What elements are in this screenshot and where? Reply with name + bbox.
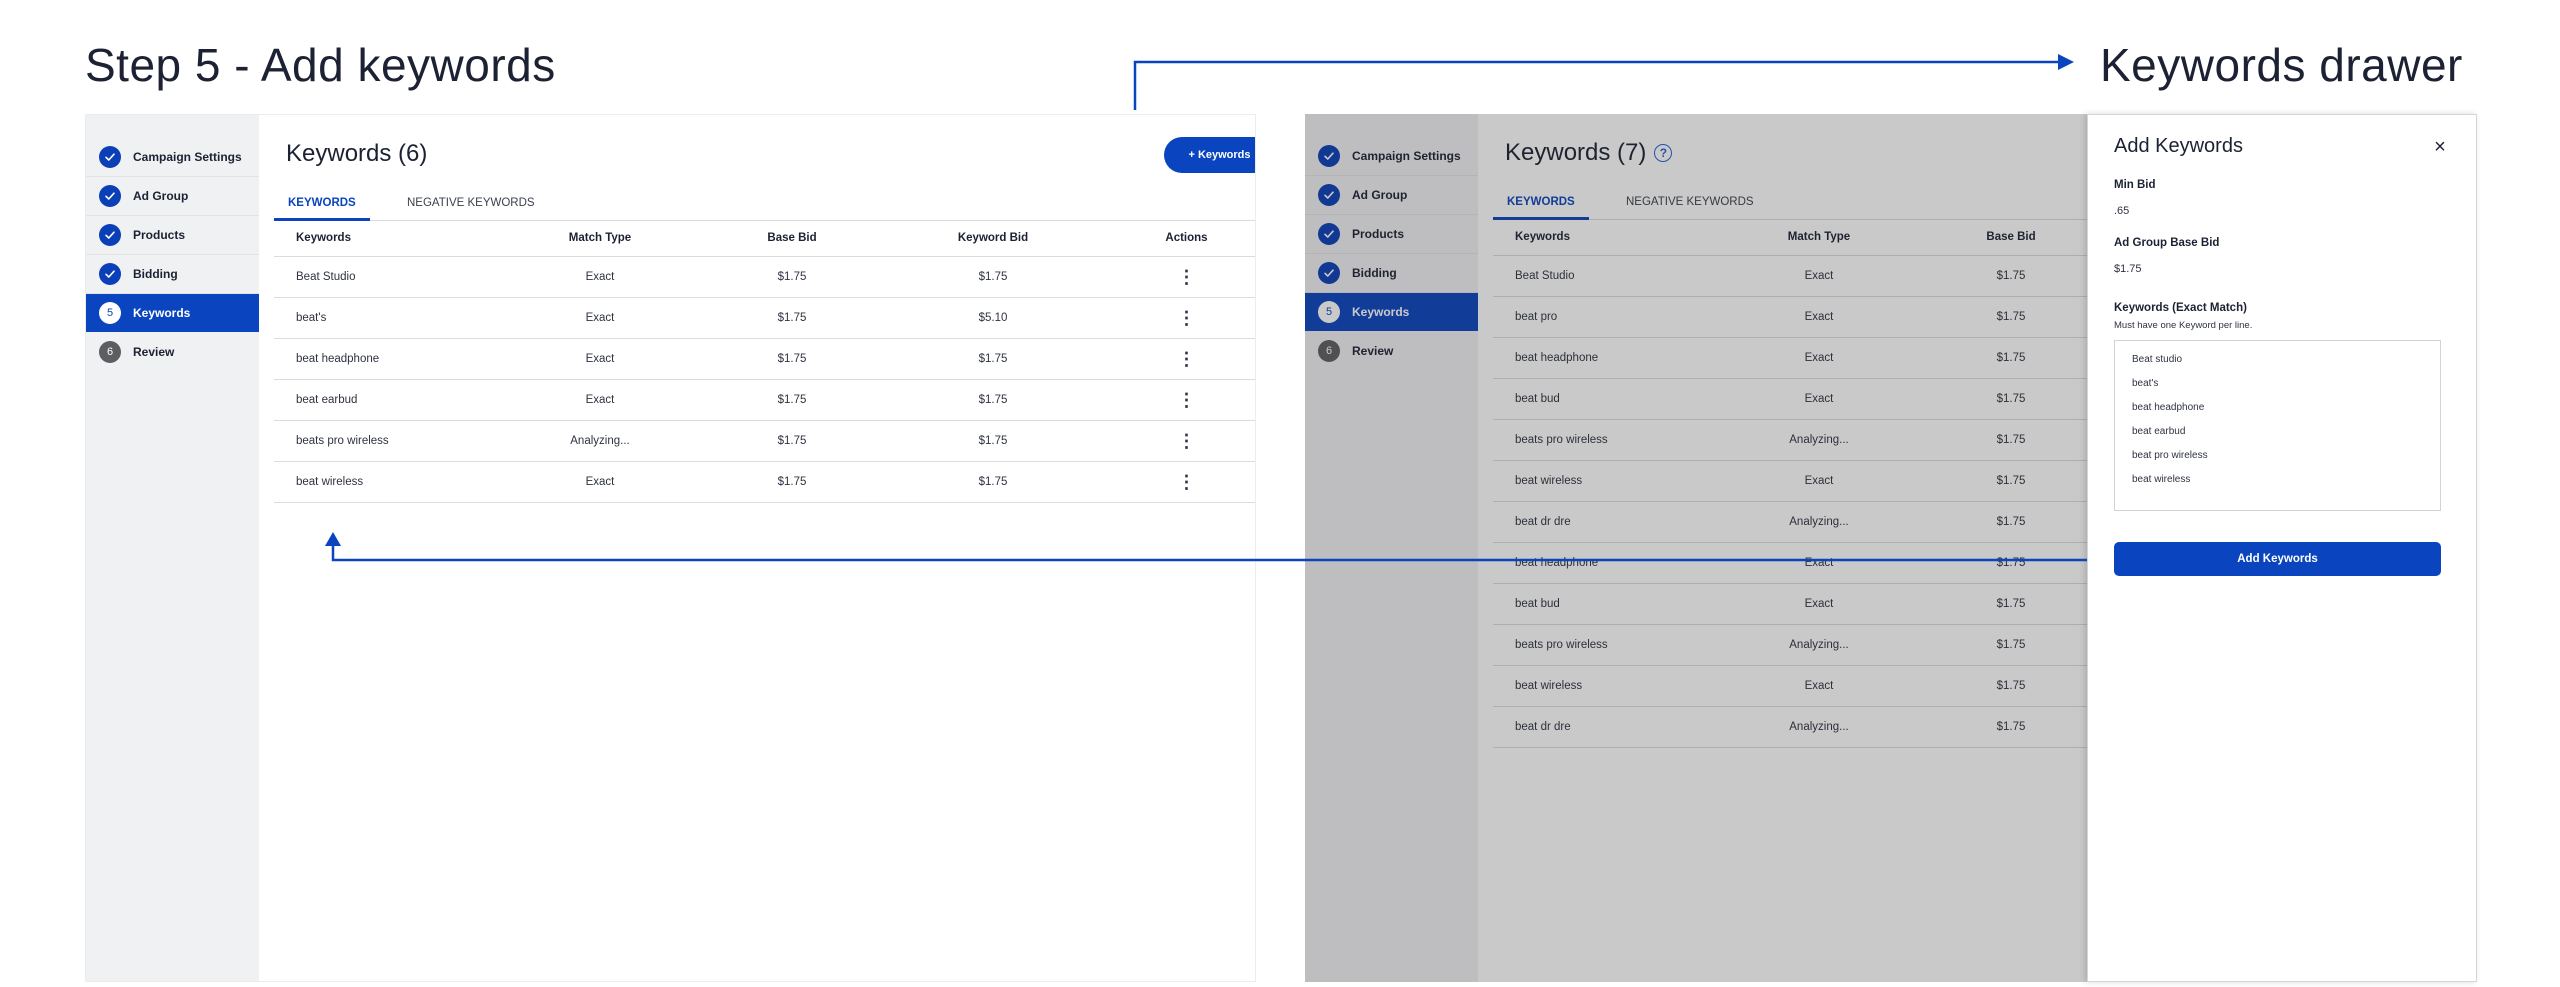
keyword-line: Beat studio [2132,354,2183,365]
step-label: Bidding [133,266,178,281]
keyword-bid-cell: $1.75 [888,338,1098,380]
table-row: beat's Exact $1.75 $5.10 ⋮ [274,297,1255,339]
check-icon [99,145,121,168]
table-header-row: Keywords Match Type Base Bid Keyword Bid… [274,221,1255,257]
keyword-cell: beat earbud [274,379,504,421]
drawer-title: Add Keywords [2114,135,2243,157]
table-row: Beat Studio Exact $1.75 $1.75 ⋮ [274,256,1255,298]
kebab-menu-icon[interactable]: ⋮ [1178,308,1196,328]
step-label: Ad Group [133,188,189,203]
actions-cell: ⋮ [1098,420,1255,462]
table-row: beat earbud Exact $1.75 $1.75 ⋮ [274,379,1255,421]
keyword-bid-cell: $1.75 [888,379,1098,421]
base-bid-cell: $1.75 [696,461,888,503]
match-type-cell: Exact [504,461,696,503]
keyword-line: beat headphone [2132,402,2205,413]
keywords-title: Keywords (6) [286,140,427,168]
step-label: Review [133,344,175,359]
step-review[interactable]: 6 Review [86,332,259,371]
table-row: beats pro wireless Analyzing... $1.75 $1.75… [274,420,1255,462]
base-bid-cell: $1.75 [696,420,888,462]
table-row: beat headphone Exact $1.75 $1.75 ⋮ [274,338,1255,380]
match-type-cell: Exact [504,297,696,339]
kebab-menu-icon[interactable]: ⋮ [1178,431,1196,451]
base-bid-label: Ad Group Base Bid [2114,237,2220,249]
column-header-keyword-bid: Keyword Bid [888,221,1098,257]
step-label: Products [133,227,186,242]
keywords-title-text: Keywords (6) [286,140,428,167]
kebab-menu-icon[interactable]: ⋮ [1178,390,1196,410]
keyword-line: beat earbud [2132,426,2186,437]
step-campaign-settings[interactable]: Campaign Settings [86,137,259,176]
keywords-textarea[interactable]: Beat studio beat's beat headphone beat earb… [2114,340,2441,511]
match-type-cell: Analyzing... [504,420,696,462]
step-heading: Step 5 - Add keywords [85,39,556,91]
actions-cell: ⋮ [1098,461,1255,503]
kebab-menu-icon[interactable]: ⋮ [1178,349,1196,369]
keyword-bid-cell: $5.10 [888,297,1098,339]
match-type-cell: Exact [504,338,696,380]
tab-keywords[interactable]: KEYWORDS [274,197,370,221]
actions-cell: ⋮ [1098,256,1255,298]
actions-cell: ⋮ [1098,338,1255,380]
keyword-cell: Beat Studio [274,256,504,298]
column-header-match-type: Match Type [504,221,696,257]
step-bidding[interactable]: Bidding [86,254,259,293]
keywords-page-default: Campaign Settings Ad Group Products Bidding… [85,114,1256,982]
step-ad-group[interactable]: Ad Group [86,176,259,215]
step-keywords[interactable]: 5 Keywords [86,293,259,332]
keywords-content: Keywords (6) + Keywords KEYWORDS NEGATIV… [274,115,1255,981]
tab-negative-keywords[interactable]: NEGATIVE KEYWORDS [407,197,535,221]
steps-sidebar: Campaign Settings Ad Group Products Bidding… [86,115,259,981]
keywords-field-label: Keywords (Exact Match) [2114,302,2247,314]
keyword-bid-cell: $1.75 [888,461,1098,503]
min-bid-value: .65 [2114,205,2130,217]
step-label: Keywords [133,305,191,320]
kebab-menu-icon[interactable]: ⋮ [1178,267,1196,287]
keyword-bid-cell: $1.75 [888,256,1098,298]
keyword-cell: beat wireless [274,461,504,503]
keyword-cell: beat's [274,297,504,339]
actions-cell: ⋮ [1098,297,1255,339]
step-number: 5 [99,301,121,324]
kebab-menu-icon[interactable]: ⋮ [1178,472,1196,492]
keyword-line: beat wireless [2132,474,2191,485]
check-icon [99,184,121,207]
arrow-to-drawer [1133,54,2074,110]
match-type-cell: Exact [504,256,696,298]
keywords-tabs: KEYWORDS NEGATIVE KEYWORDS [274,197,1255,221]
keyword-line: beat's [2132,378,2159,389]
keyword-bid-cell: $1.75 [888,420,1098,462]
match-type-cell: Exact [504,379,696,421]
close-icon[interactable]: × [2428,135,2452,159]
base-bid-cell: $1.75 [696,256,888,298]
min-bid-label: Min Bid [2114,179,2156,191]
step-label: Campaign Settings [133,149,242,164]
keyword-cell: beat headphone [274,338,504,380]
step-products[interactable]: Products [86,215,259,254]
keyword-cell: beats pro wireless [274,420,504,462]
keyword-line: beat pro wireless [2132,450,2208,461]
base-bid-cell: $1.75 [696,338,888,380]
keywords-table: Keywords Match Type Base Bid Keyword Bid… [274,221,1255,503]
add-keywords-button[interactable]: + Keywords [1164,137,1255,173]
table-row: beat wireless Exact $1.75 $1.75 ⋮ [274,461,1255,503]
check-icon [99,262,121,285]
actions-cell: ⋮ [1098,379,1255,421]
add-keywords-drawer: Add Keywords × Min Bid .65 Ad Group Base… [2087,114,2477,982]
base-bid-cell: $1.75 [696,379,888,421]
column-header-base-bid: Base Bid [696,221,888,257]
keywords-field-hint: Must have one Keyword per line. [2114,320,2253,331]
base-bid-value: $1.75 [2114,263,2142,275]
column-header-keywords: Keywords [274,221,504,257]
column-header-actions: Actions [1098,221,1255,257]
step-number: 6 [99,340,121,363]
drawer-heading: Keywords drawer [2100,39,2463,91]
base-bid-cell: $1.75 [696,297,888,339]
check-icon [99,223,121,246]
add-keywords-submit-button[interactable]: Add Keywords [2114,542,2441,576]
